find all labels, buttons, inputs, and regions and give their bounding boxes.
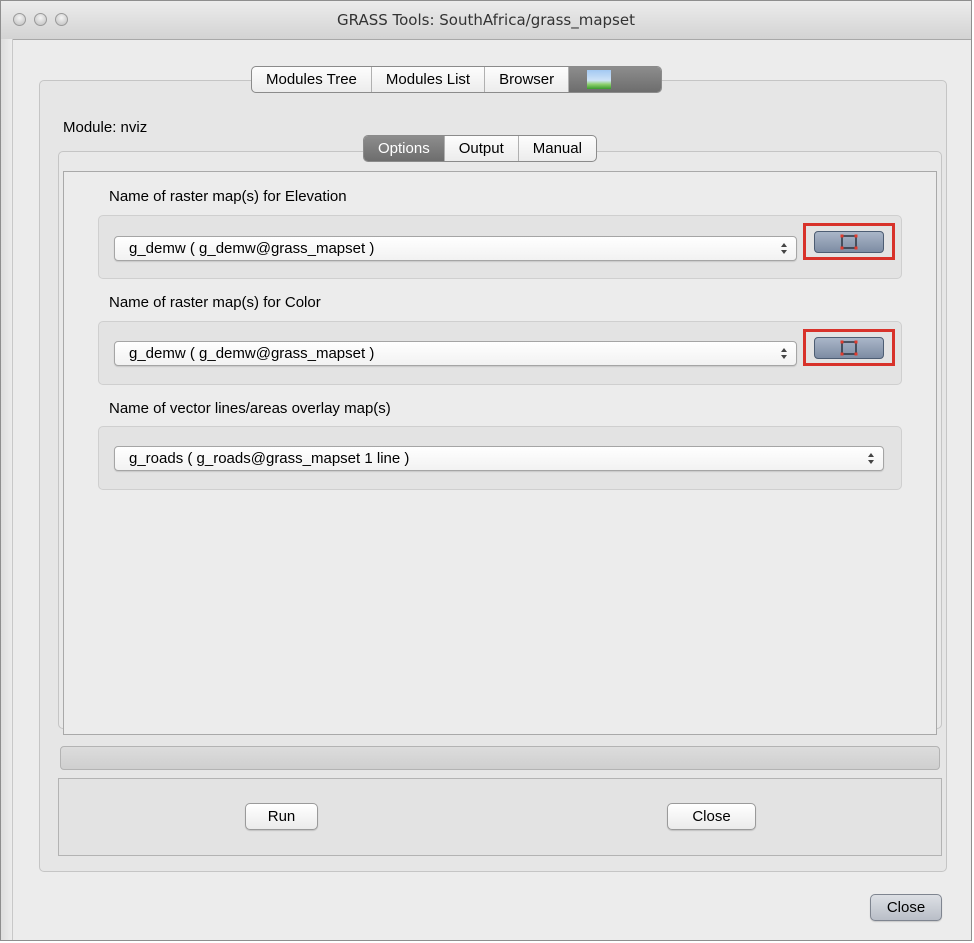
run-button[interactable]: Run [245,803,318,830]
elevation-field-label: Name of raster map(s) for Elevation [109,188,347,205]
select-on-map-icon [840,340,858,356]
color-combo-value: g_demw ( g_demw@grass_mapset ) [129,345,375,362]
select-highlight-frame [803,329,895,366]
tab-options[interactable]: Options [364,136,445,161]
close-module-button[interactable]: Close [667,803,756,830]
vector-overlay-combo[interactable]: g_roads ( g_roads@grass_mapset 1 line ) [114,446,884,471]
vector-overlay-field-label: Name of vector lines/areas overlay map(s… [109,400,391,417]
grass-tools-window: GRASS Tools: SouthAfrica/grass_mapset Mo… [0,0,972,941]
updown-arrows-icon [868,453,874,464]
map-thumbnail-icon [587,70,612,89]
color-group: g_demw ( g_demw@grass_mapset ) [98,321,902,385]
tab-modules-tree[interactable]: Modules Tree [252,67,372,92]
vector-overlay-group: g_roads ( g_roads@grass_mapset 1 line ) [98,426,902,490]
tab-browser[interactable]: Browser [485,67,570,92]
color-field-label: Name of raster map(s) for Color [109,294,321,311]
elevation-combo[interactable]: g_demw ( g_demw@grass_mapset ) [114,236,797,261]
elevation-select-button[interactable] [814,231,884,253]
updown-arrows-icon [781,348,787,359]
title-bar[interactable]: GRASS Tools: SouthAfrica/grass_mapset [1,1,971,40]
vector-overlay-combo-value: g_roads ( g_roads@grass_mapset 1 line ) [129,450,410,467]
select-highlight-frame [803,223,895,260]
select-on-map-icon [840,234,858,250]
window-title: GRASS Tools: SouthAfrica/grass_mapset [337,11,635,29]
options-tab-bar: Options Output Manual [363,135,597,162]
main-tab-bar: Modules Tree Modules List Browser [251,66,663,93]
tab-output[interactable]: Output [445,136,519,161]
window-left-edge [1,39,13,940]
tab-manual[interactable]: Manual [519,136,596,161]
tab-modules-list[interactable]: Modules List [372,67,486,92]
progress-bar [60,746,940,770]
color-select-button[interactable] [814,337,884,359]
close-dialog-button[interactable]: Close [870,894,942,921]
tab-module-nviz[interactable] [569,67,662,92]
color-combo[interactable]: g_demw ( g_demw@grass_mapset ) [114,341,797,366]
elevation-group: g_demw ( g_demw@grass_mapset ) [98,215,902,279]
action-button-panel: Run Close [58,778,942,856]
module-label: Module: nviz [63,119,148,136]
elevation-combo-value: g_demw ( g_demw@grass_mapset ) [129,240,375,257]
updown-arrows-icon [781,243,787,254]
